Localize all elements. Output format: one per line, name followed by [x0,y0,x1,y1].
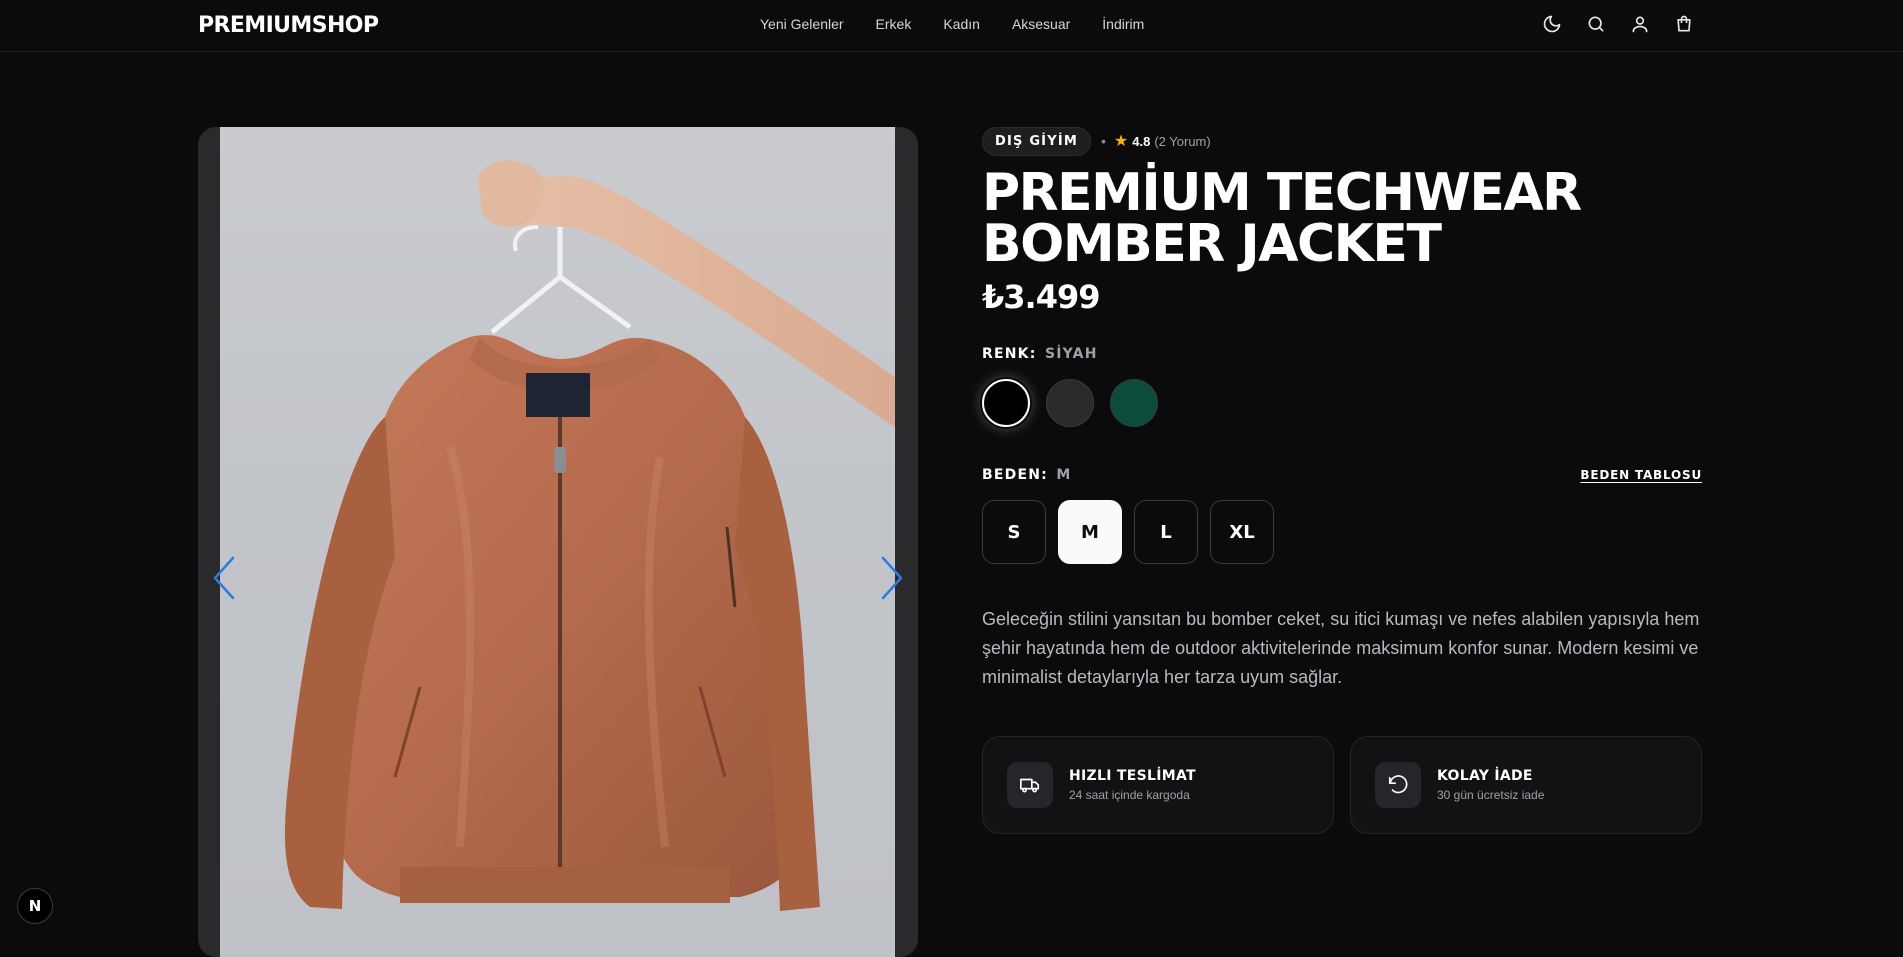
size-option-s[interactable]: S [982,500,1046,564]
nav-link-new-arrivals[interactable]: Yeni Gelenler [760,16,844,32]
size-option-xl[interactable]: XL [1210,500,1274,564]
rotate-ccw-icon [1375,762,1421,808]
chevron-right-icon [881,556,903,600]
size-option-m[interactable]: M [1058,500,1122,564]
feature-card-returns: KOLAY İADE 30 gün ücretsiz iade [1350,736,1702,834]
moon-icon[interactable] [1541,13,1563,35]
site-logo[interactable]: PREMIUMSHOP [198,13,379,38]
color-swatch-green[interactable] [1110,379,1158,427]
size-label: BEDEN: [982,467,1048,483]
product-gallery [198,127,918,957]
truck-icon [1007,762,1053,808]
gallery-next-button[interactable] [878,553,906,603]
main-nav: Yeni Gelenler Erkek Kadın Aksesuar İndir… [760,16,1144,32]
rating-value: 4.8 [1132,133,1151,149]
product-image [220,127,895,957]
feature-subtitle: 24 saat içinde kargoda [1069,788,1190,802]
product-price: ₺3.499 [982,278,1100,316]
search-icon[interactable] [1585,13,1607,35]
nav-link-sale[interactable]: İndirim [1102,16,1144,32]
product-description: Geleceğin stilini yansıtan bu bomber cek… [982,609,1700,687]
product-info: DIŞ GİYİM • ★ 4.8 (2 Yorum) PREMİUM TECH… [982,126,1702,834]
size-value: M [1056,467,1072,483]
nav-link-women[interactable]: Kadın [943,16,980,32]
product-title: PREMİUM TECHWEAR BOMBER JACKET [982,167,1702,270]
size-selector: BEDEN: M BEDEN TABLOSU S M L XL [982,466,1702,564]
feature-title: HIZLI TESLİMAT [1069,768,1196,784]
product-title-line-2: BOMBER JACKET [982,214,1442,274]
category-badge[interactable]: DIŞ GİYİM [982,126,1092,156]
color-label: RENK: [982,346,1037,362]
nav-link-accessories[interactable]: Aksesuar [1012,16,1070,32]
meta-separator: • [1101,133,1106,149]
header-actions [1541,13,1695,35]
feature-title: KOLAY İADE [1437,768,1533,784]
chevron-left-icon [213,556,235,600]
color-swatch-charcoal[interactable] [1046,379,1094,427]
review-count[interactable]: (2 Yorum) [1154,134,1210,149]
nav-link-men[interactable]: Erkek [876,16,912,32]
user-icon[interactable] [1629,13,1651,35]
size-option-l[interactable]: L [1134,500,1198,564]
color-selector: RENK: SİYAH [982,345,1702,427]
dev-tools-badge[interactable]: N [17,888,53,924]
feature-cards: HIZLI TESLİMAT 24 saat içinde kargoda KO… [982,736,1702,834]
feature-card-delivery: HIZLI TESLİMAT 24 saat içinde kargoda [982,736,1334,834]
size-guide-link[interactable]: BEDEN TABLOSU [1580,468,1702,482]
color-value: SİYAH [1044,346,1098,362]
product-meta: DIŞ GİYİM • ★ 4.8 (2 Yorum) [982,126,1702,156]
site-header: PREMIUMSHOP Yeni Gelenler Erkek Kadın Ak… [0,0,1903,52]
shopping-bag-icon[interactable] [1673,13,1695,35]
feature-subtitle: 30 gün ücretsiz iade [1437,788,1545,802]
star-icon: ★ [1113,133,1129,150]
color-swatch-black[interactable] [982,379,1030,427]
gallery-prev-button[interactable] [210,553,238,603]
